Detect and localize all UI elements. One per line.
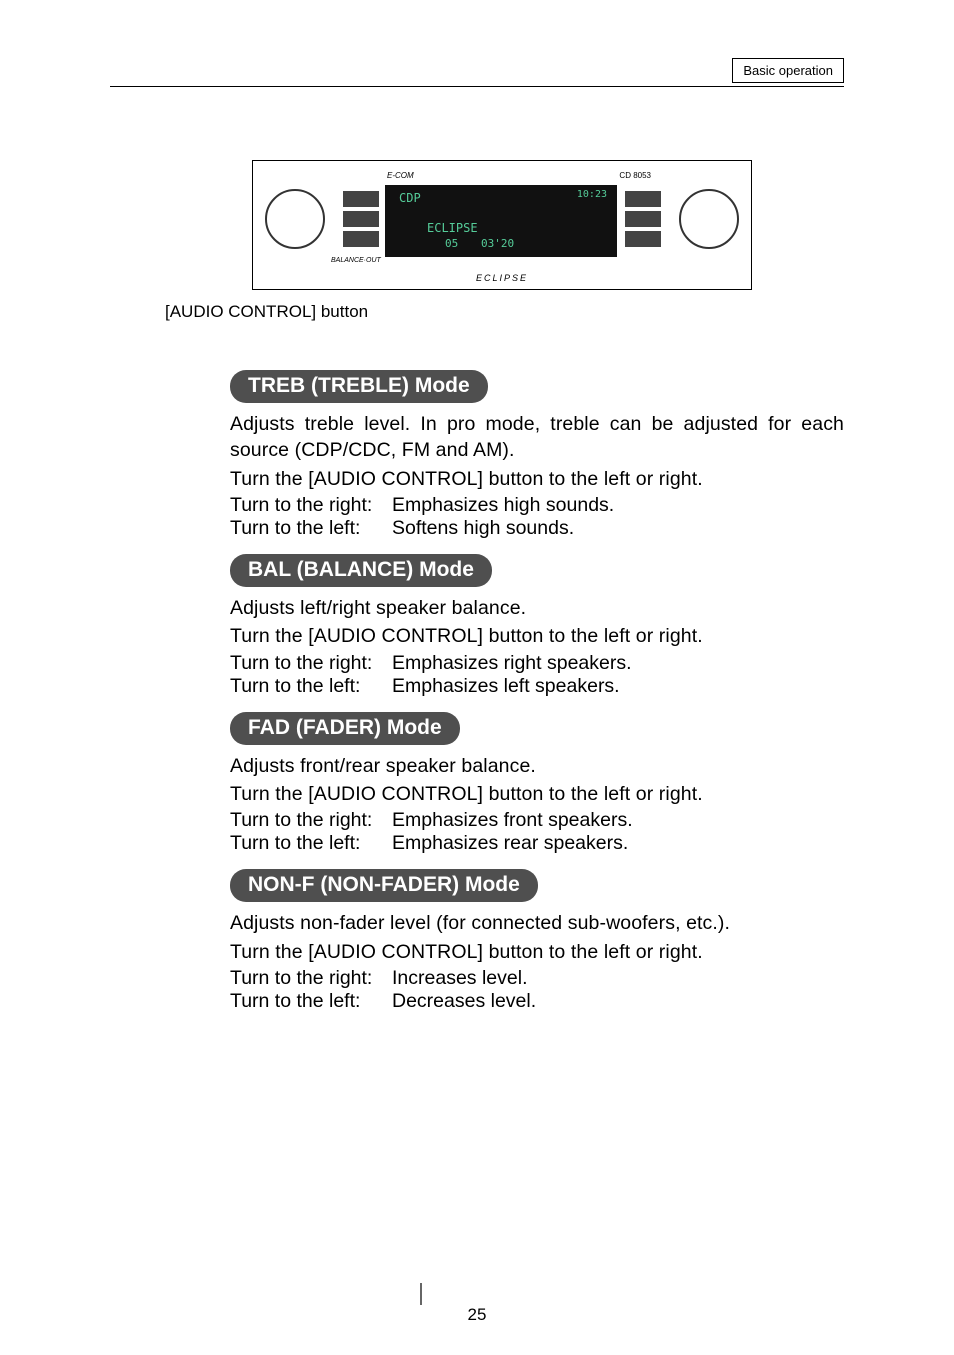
- model-label: CD 8053: [619, 171, 651, 180]
- row-label: Turn to the left:: [230, 990, 392, 1013]
- fad-left-row: Turn to the left: Emphasizes rear speake…: [230, 832, 844, 855]
- page-number: 25: [0, 1305, 954, 1325]
- heading-treb: TREB (TREBLE) Mode: [230, 370, 488, 403]
- row-value: Emphasizes front speakers.: [392, 809, 844, 832]
- fad-actions: Turn to the right: Emphasizes front spea…: [230, 809, 844, 855]
- bal-left-row: Turn to the left: Emphasizes left speake…: [230, 675, 844, 698]
- row-value: Increases level.: [392, 967, 844, 990]
- fad-desc: Adjusts front/rear speaker balance.: [230, 753, 844, 779]
- page: Basic operation E-COM CD 8053 CDP ECLIPS…: [0, 0, 954, 1355]
- treb-actions: Turn to the right: Emphasizes high sound…: [230, 494, 844, 540]
- footer-vertical-rule: [420, 1283, 422, 1305]
- fad-instruct: Turn the [AUDIO CONTROL] button to the l…: [230, 781, 844, 807]
- bal-desc: Adjusts left/right speaker balance.: [230, 595, 844, 621]
- figure-caption: [AUDIO CONTROL] button: [165, 302, 844, 322]
- lcd-track-num: 05: [445, 237, 458, 250]
- row-label: Turn to the left:: [230, 832, 392, 855]
- lcd-mode: CDP: [399, 191, 421, 205]
- fad-right-row: Turn to the right: Emphasizes front spea…: [230, 809, 844, 832]
- row-label: Turn to the left:: [230, 517, 392, 540]
- row-value: Decreases level.: [392, 990, 844, 1013]
- section-treb: TREB (TREBLE) Mode Adjusts treble level.…: [230, 370, 844, 540]
- preset-btn-6: [625, 231, 661, 247]
- row-label: Turn to the right:: [230, 967, 392, 990]
- lcd-track-time: 03'20: [481, 237, 514, 250]
- preset-btn-1: [343, 191, 379, 207]
- nonf-right-row: Turn to the right: Increases level.: [230, 967, 844, 990]
- nonf-instruct: Turn the [AUDIO CONTROL] button to the l…: [230, 939, 844, 965]
- content-column: TREB (TREBLE) Mode Adjusts treble level.…: [230, 370, 844, 1013]
- row-label: Turn to the right:: [230, 809, 392, 832]
- treb-instruct: Turn the [AUDIO CONTROL] button to the l…: [230, 466, 844, 492]
- treb-right-row: Turn to the right: Emphasizes high sound…: [230, 494, 844, 517]
- nonf-actions: Turn to the right: Increases level. Turn…: [230, 967, 844, 1013]
- row-label: Turn to the left:: [230, 675, 392, 698]
- row-value: Emphasizes rear speakers.: [392, 832, 844, 855]
- treb-desc: Adjusts treble level. In pro mode, trebl…: [230, 411, 844, 464]
- section-bal: BAL (BALANCE) Mode Adjusts left/right sp…: [230, 554, 844, 698]
- bal-right-row: Turn to the right: Emphasizes right spea…: [230, 652, 844, 675]
- right-knob: [679, 189, 739, 249]
- preset-btn-5: [625, 211, 661, 227]
- row-value: Emphasizes left speakers.: [392, 675, 844, 698]
- row-value: Softens high sounds.: [392, 517, 844, 540]
- nonf-left-row: Turn to the left: Decreases level.: [230, 990, 844, 1013]
- heading-bal: BAL (BALANCE) Mode: [230, 554, 492, 587]
- bal-actions: Turn to the right: Emphasizes right spea…: [230, 652, 844, 698]
- nonf-desc: Adjusts non-fader level (for connected s…: [230, 910, 844, 936]
- lcd-artist: ECLIPSE: [427, 221, 478, 235]
- device-figure: E-COM CD 8053 CDP ECLIPSE 05 03'20 10:23…: [252, 160, 752, 290]
- preset-btn-2: [343, 211, 379, 227]
- header-category-box: Basic operation: [732, 58, 844, 83]
- brand-label: E-COM: [387, 171, 414, 180]
- treb-left-row: Turn to the left: Softens high sounds.: [230, 517, 844, 540]
- preset-btn-3: [343, 231, 379, 247]
- preset-btn-4: [625, 191, 661, 207]
- lcd-clock: 10:23: [577, 189, 607, 200]
- row-label: Turn to the right:: [230, 494, 392, 517]
- lcd-display: CDP ECLIPSE 05 03'20 10:23: [385, 185, 617, 257]
- left-knob: [265, 189, 325, 249]
- section-fad: FAD (FADER) Mode Adjusts front/rear spea…: [230, 712, 844, 856]
- row-value: Emphasizes high sounds.: [392, 494, 844, 517]
- heading-nonf: NON-F (NON-FADER) Mode: [230, 869, 538, 902]
- header-rule: [110, 86, 844, 87]
- brand-logo: ECLIPSE: [253, 273, 751, 283]
- balance-label: BALANCE·OUT: [331, 257, 381, 264]
- row-label: Turn to the right:: [230, 652, 392, 675]
- section-nonf: NON-F (NON-FADER) Mode Adjusts non-fader…: [230, 869, 844, 1013]
- row-value: Emphasizes right speakers.: [392, 652, 844, 675]
- heading-fad: FAD (FADER) Mode: [230, 712, 460, 745]
- bal-instruct: Turn the [AUDIO CONTROL] button to the l…: [230, 623, 844, 649]
